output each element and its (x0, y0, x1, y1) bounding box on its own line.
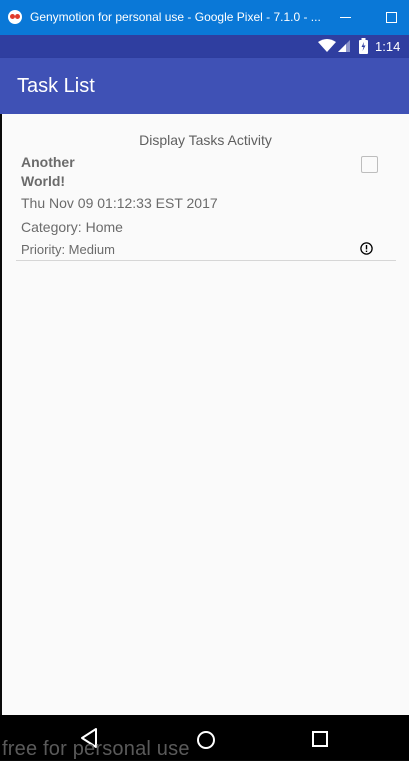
genymotion-logo-icon (8, 10, 22, 24)
app-toolbar: Task List (0, 58, 409, 154)
signal-icon (338, 40, 350, 52)
wifi-icon (318, 39, 336, 52)
task-category: Category: Home (21, 219, 123, 235)
battery-icon (359, 38, 368, 54)
watermark-text: free for personal use (2, 738, 190, 760)
android-status-bar: 1:14 (0, 35, 409, 58)
task-date: Thu Nov 09 01:12:33 EST 2017 (21, 195, 218, 211)
exclamation-circle-icon (360, 242, 373, 255)
task-priority: Priority: Medium (21, 242, 115, 257)
task-list-item[interactable]: Another World! Thu Nov 09 01:12:33 EST 2… (16, 150, 396, 261)
minimize-button[interactable] (335, 6, 357, 28)
recents-square-icon[interactable] (311, 730, 329, 748)
window-title-bar: Genymotion for personal use - Google Pix… (0, 0, 409, 35)
home-circle-icon[interactable] (196, 730, 216, 750)
page-title: Task List (17, 75, 95, 97)
window-title: Genymotion for personal use - Google Pix… (30, 10, 321, 24)
task-title: Another World! (21, 154, 75, 189)
status-clock: 1:14 (375, 39, 401, 54)
activity-heading: Display Tasks Activity (139, 132, 272, 148)
task-done-checkbox[interactable] (361, 156, 378, 173)
task-list-screen: Display Tasks Activity Another World! Th… (2, 114, 409, 715)
maximize-button[interactable] (381, 6, 403, 28)
